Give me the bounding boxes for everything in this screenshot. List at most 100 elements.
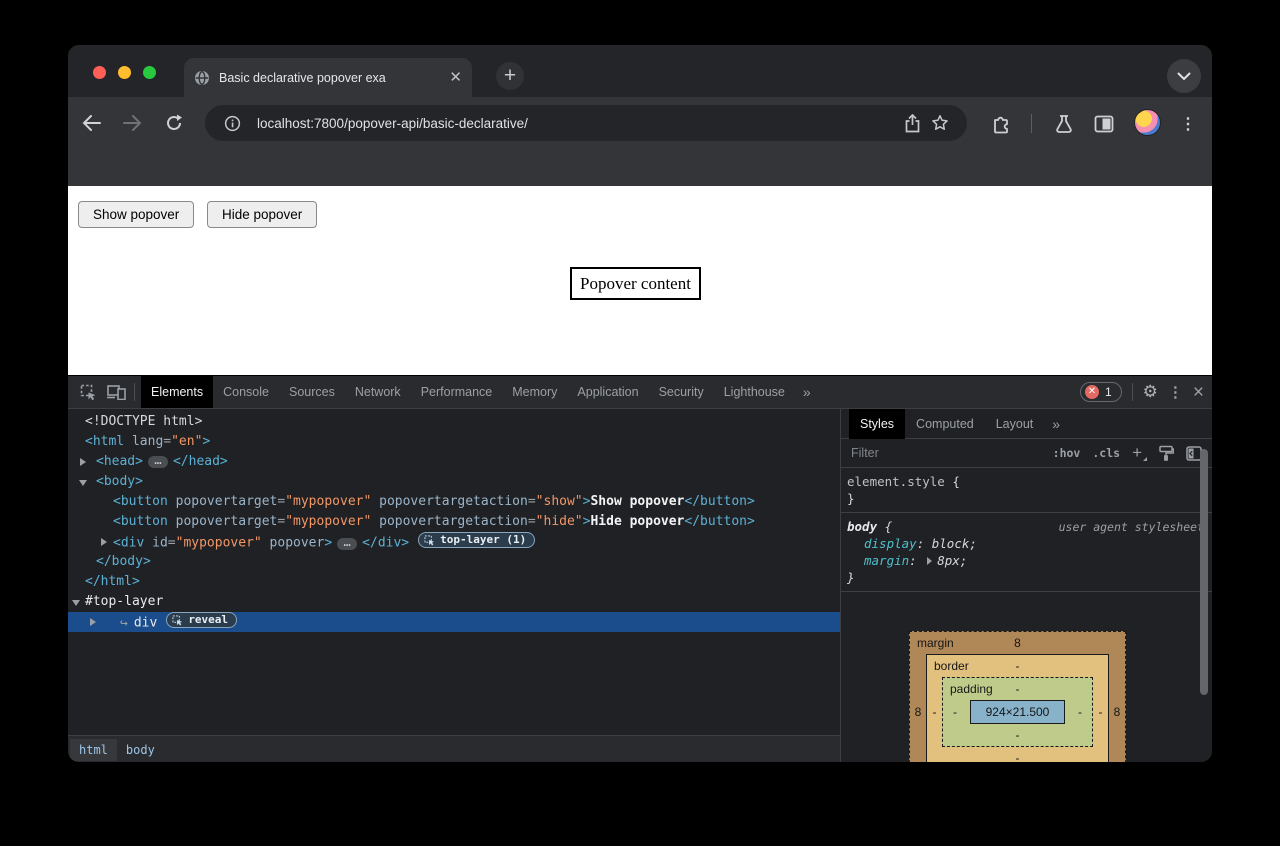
expand-arrow-icon[interactable] [90,618,96,626]
reload-button[interactable] [157,106,190,139]
new-tab-button[interactable]: + [496,62,524,90]
property-expand-arrow[interactable] [927,557,932,565]
sidebar-tab-computed[interactable]: Computed [905,409,985,439]
tab-close-icon[interactable]: ✕ [449,70,462,85]
expand-arrow-icon[interactable] [101,538,107,546]
devtools-tab-application[interactable]: Application [567,376,648,408]
forward-button[interactable] [116,106,149,139]
devtools-tab-security[interactable]: Security [649,376,714,408]
breadcrumb-item-body[interactable]: body [117,739,164,761]
toggle-class-button[interactable]: .cls [1092,446,1120,460]
dom-tree-row[interactable]: <button popovertarget="mypopover" popove… [68,492,840,512]
padding-label: padding [950,678,993,700]
collapsed-content-ellipsis[interactable]: … [337,538,357,550]
styles-filter-input[interactable] [849,445,1041,461]
site-info-icon[interactable] [218,109,246,137]
minimize-window-button[interactable] [118,66,131,79]
dom-tree-row[interactable]: <button popovertarget="mypopover" popove… [68,512,840,532]
address-bar[interactable]: localhost:7800/popover-api/basic-declara… [205,105,967,141]
url-text[interactable]: localhost:7800/popover-api/basic-declara… [257,116,898,131]
margin-left-value: 8 [910,705,926,719]
css-rule-element-style[interactable]: element.style {} [841,468,1212,513]
css-property-display[interactable]: display: block; [847,535,1206,552]
box-model-diagram[interactable]: margin 8 8 border - - [909,631,1126,762]
browser-menu-kebab-icon[interactable]: ⋮ [1172,108,1204,140]
dom-token-attr: popovertargetaction [371,494,528,509]
collapse-arrow-icon[interactable] [79,480,87,486]
tab-search-chevron-button[interactable] [1167,59,1201,93]
dom-token-tag: > [202,434,210,449]
settings-gear-icon[interactable]: ⚙ [1143,382,1158,402]
devtools-tab-lighthouse[interactable]: Lighthouse [714,376,795,408]
reveal-badge[interactable]: reveal [166,612,237,628]
dom-token-eq: = [168,536,176,551]
dom-tree-row[interactable]: #top-layer [68,592,840,612]
devtools-tab-performance[interactable]: Performance [411,376,503,408]
console-error-badge[interactable]: ✕ 1 [1080,382,1122,402]
back-button[interactable] [75,106,108,139]
dom-tree-row[interactable]: <!DOCTYPE html> [68,412,840,432]
dom-tree-row-selected[interactable]: ↪divreveal [68,612,840,632]
sidebar-tab-styles[interactable]: Styles [849,409,905,439]
sidebar-scrollbar[interactable] [1200,449,1208,695]
devtools-tabs: ElementsConsoleSourcesNetworkPerformance… [141,376,795,408]
devtools-tab-elements[interactable]: Elements [141,376,213,408]
dom-token-attr: id [144,536,167,551]
popover-content-box: Popover content [570,267,701,300]
collapse-arrow-icon[interactable] [72,600,80,606]
css-selector: element.style [847,474,945,489]
zoom-window-button[interactable] [143,66,156,79]
devtools-tab-sources[interactable]: Sources [279,376,345,408]
dom-tree-row[interactable]: <html lang="en"> [68,432,840,452]
inspect-element-icon[interactable] [74,379,102,405]
profile-avatar[interactable] [1134,109,1161,136]
share-icon[interactable] [898,109,926,137]
side-panel-icon[interactable] [1088,108,1120,140]
devtools-menu-kebab-icon[interactable]: ⋮ [1168,383,1183,401]
collapsed-content-ellipsis[interactable]: … [148,456,168,468]
bookmark-star-icon[interactable] [926,109,954,137]
extensions-icon[interactable] [985,108,1017,140]
top-layer-badge[interactable]: top-layer (1) [418,532,535,548]
rendering-brush-icon[interactable] [1158,445,1174,461]
dom-token-tag: <head> [96,454,143,469]
devtools-tab-memory[interactable]: Memory [502,376,567,408]
tab-title: Basic declarative popover exa [219,71,440,85]
close-window-button[interactable] [93,66,106,79]
new-style-rule-button[interactable]: + [1132,445,1146,461]
linked-node-icon: ↪ [120,616,128,631]
css-property-margin[interactable]: margin: 8px; [847,552,1206,569]
show-popover-button[interactable]: Show popover [78,201,194,228]
dom-token-tag: </button> [684,514,754,529]
dom-tree-row[interactable]: <body> [68,472,840,492]
stylesheet-origin: user agent stylesheet [1059,519,1204,536]
border-top-value: - [1016,659,1020,673]
device-toolbar-icon[interactable] [102,379,130,405]
dom-token-val: "en" [171,434,202,449]
devtools-tab-console[interactable]: Console [213,376,279,408]
devtools-tab-network[interactable]: Network [345,376,411,408]
dom-tree-row[interactable]: <div id="mypopover" popover>…</div>top-l… [68,532,840,552]
padding-right-value: - [1068,705,1092,719]
toggle-hover-state-button[interactable]: :hov [1053,446,1081,460]
styles-filter-row: :hov .cls + [841,439,1212,468]
experiments-flask-icon[interactable] [1048,108,1080,140]
devtools-close-icon[interactable]: × [1193,383,1204,402]
error-icon: ✕ [1085,385,1099,399]
sidebar-more-chevron[interactable]: » [1044,416,1068,432]
dom-tree-row[interactable]: </html> [68,572,840,592]
dom-token-val: "mypopover" [285,494,371,509]
dom-tree-row[interactable]: <head>…</head> [68,452,840,472]
devtools-panel: ElementsConsoleSourcesNetworkPerformance… [68,375,1212,762]
css-rule-body[interactable]: body {user agent stylesheetdisplay: bloc… [841,513,1212,592]
box-model-border: border - - padding - [926,654,1109,762]
more-panels-chevron[interactable]: » [795,384,819,400]
dom-tree-row[interactable]: </body> [68,552,840,572]
border-bottom-value: - [927,747,1108,762]
browser-tab[interactable]: Basic declarative popover exa ✕ [184,58,472,97]
expand-arrow-icon[interactable] [80,458,86,466]
breadcrumb-item-html[interactable]: html [70,739,117,761]
sidebar-tabs: StylesComputedLayout» [841,409,1212,439]
sidebar-tab-layout[interactable]: Layout [985,409,1045,439]
hide-popover-button[interactable]: Hide popover [207,201,317,228]
